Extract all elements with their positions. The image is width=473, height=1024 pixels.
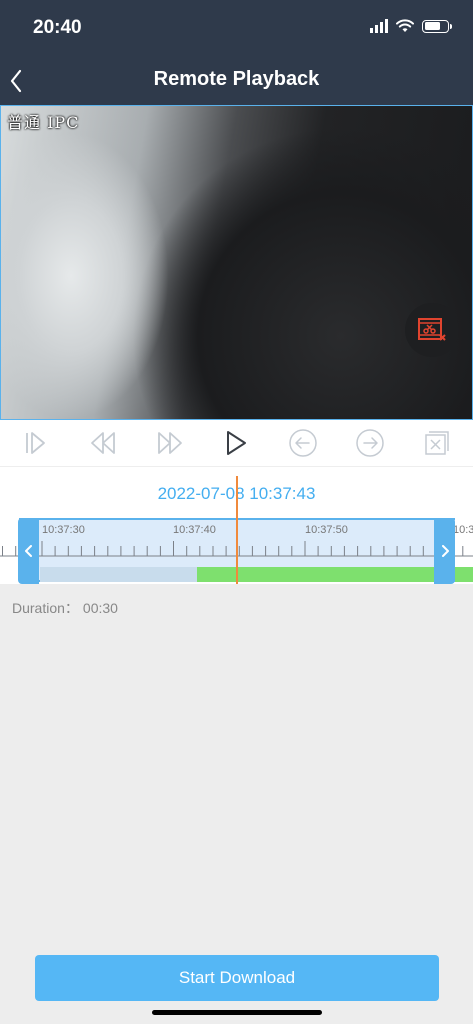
duration-value: 00:30 [82,600,118,616]
timeline-start-handle[interactable] [18,518,39,584]
play-button[interactable] [220,427,252,459]
chevron-right-icon [441,545,449,557]
next-button[interactable] [354,427,386,459]
battery-icon [422,19,452,33]
clip-button[interactable] [405,303,459,357]
rewind-icon [90,432,115,454]
arrow-right-circle-icon [356,429,384,457]
arrow-left-circle-icon [289,429,318,457]
previous-button[interactable] [287,427,319,459]
timeline-end-handle[interactable] [434,518,455,584]
header: 20:40 Remote Playback [0,0,473,105]
play-icon [227,431,247,455]
timeline-label: 10:37:50 [305,524,348,536]
fast-forward-icon [157,432,182,454]
timeline-label: 10:38:0 [453,524,473,536]
home-indicator [152,1010,322,1015]
duration: Duration： 00:30 [12,598,118,618]
signal-icon [370,19,388,33]
playback-controls [0,420,473,466]
status-icons [370,19,452,33]
close-box-icon [425,431,449,455]
timeline-cursor[interactable] [236,476,238,584]
video-player[interactable]: 普通 IPC [0,105,473,420]
camera-label: 普通 IPC [7,113,80,132]
start-download-button[interactable]: Start Download [35,955,439,1001]
recording-segment [197,567,434,582]
page-title: Remote Playback [153,68,320,90]
chevron-left-icon [24,545,32,557]
timeline-label: 10:37:30 [42,524,85,536]
clip-video-icon [418,318,446,341]
wifi-icon [396,19,414,32]
status-time: 20:40 [33,17,82,38]
step-forward-button[interactable] [20,427,52,459]
rewind-button[interactable] [87,427,119,459]
step-forward-icon [26,432,45,454]
duration-label: Duration： [12,600,79,616]
recording-segment [455,567,473,582]
timeline-label: 10:37:40 [173,524,216,536]
close-button[interactable] [421,427,453,459]
fast-forward-button[interactable] [154,427,186,459]
